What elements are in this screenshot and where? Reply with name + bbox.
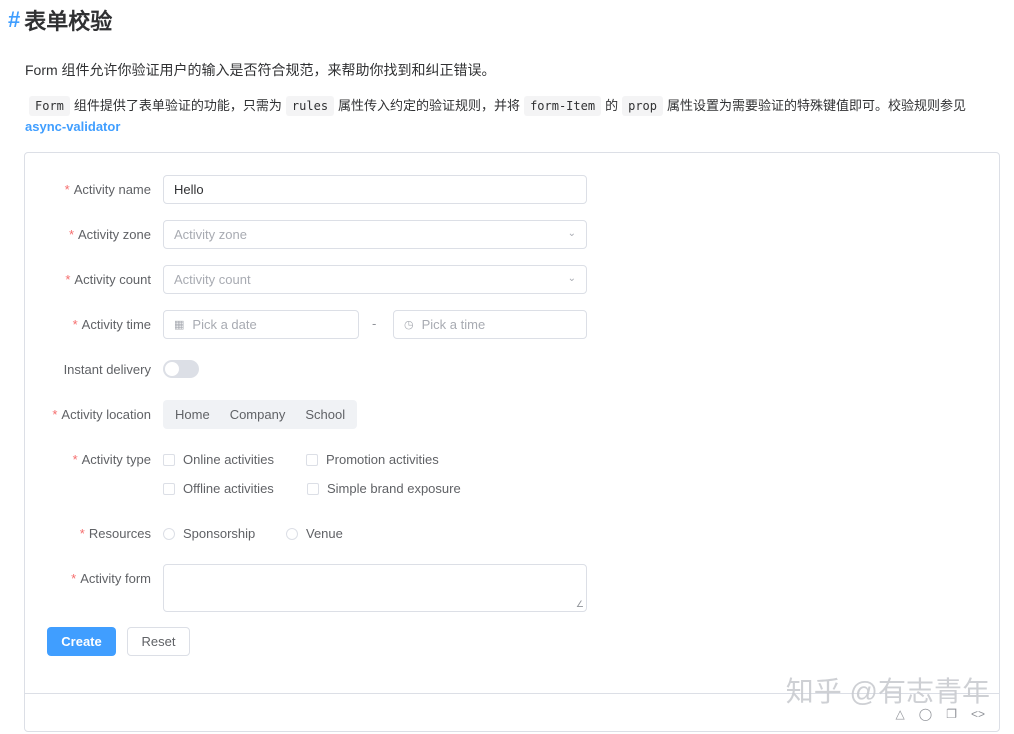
required-mark: * (52, 407, 58, 422)
activity-zone-label-text: Activity zone (78, 227, 151, 242)
activity-zone-label: * Activity zone (69, 227, 151, 242)
checkbox-box (307, 482, 319, 495)
activity-type-label: * Activity type (73, 452, 151, 467)
switch-knob (165, 362, 179, 376)
activity-zone-select[interactable]: Activity zone ⌄ (163, 220, 587, 249)
page-title: 表单校验 (24, 9, 113, 34)
activity-form-label-text: Activity form (80, 571, 151, 586)
activity-location-label-text: Activity location (61, 407, 151, 422)
activity-count-placeholder: Activity count (174, 272, 251, 287)
activity-zone-placeholder: Activity zone (174, 227, 247, 242)
activity-name-input[interactable]: Hello (163, 175, 587, 204)
radio-circle (286, 527, 298, 540)
required-mark: * (72, 317, 78, 332)
checkbox-label: Simple brand exposure (327, 481, 461, 496)
intro-text: Form 组件允许你验证用户的输入是否符合规范，来帮助你找到和纠正错误。 (25, 62, 496, 78)
activity-count-select[interactable]: Activity count ⌄ (163, 265, 587, 294)
activity-name-label-text: Activity name (73, 182, 151, 197)
instant-delivery-label: Instant delivery (64, 362, 151, 377)
time-picker[interactable]: ◷ Pick a time (393, 310, 587, 339)
activity-time-label: * Activity time (73, 317, 151, 332)
checkbox-box (163, 453, 175, 466)
time-placeholder: Pick a time (421, 317, 486, 332)
chevron-down-icon: ⌄ (567, 273, 576, 284)
activity-form-textarea[interactable]: ∠ (163, 564, 587, 612)
resize-handle-icon[interactable]: ∠ (576, 599, 584, 610)
activity-type-label-text: Activity type (81, 452, 151, 467)
watermark: 知乎 @有志青年 (785, 676, 990, 707)
segment-home[interactable]: Home (165, 407, 220, 422)
code-rules: rules (285, 96, 335, 116)
activity-time-label-text: Activity time (81, 317, 151, 332)
async-validator-link[interactable]: async-validator (25, 119, 120, 134)
chevron-down-icon: ⌄ (567, 228, 576, 239)
code-prop: prop (622, 96, 664, 116)
required-mark: * (64, 182, 70, 197)
code-form: Form (29, 96, 70, 116)
desc-text-4: 属性设置为需要验证的特殊键值即可。校验规则参见 (667, 98, 967, 113)
clock-icon: ◷ (404, 319, 414, 331)
checkbox-box (306, 453, 318, 466)
activity-form-label: * Activity form (71, 571, 151, 586)
demo-block: * Activity name Hello * Activity zone Acti… (24, 152, 1000, 732)
desc-text-3: 的 (605, 98, 619, 113)
checkbox-box (163, 482, 175, 495)
radio-label: Sponsorship (183, 526, 256, 541)
reset-button[interactable]: Reset (127, 627, 190, 656)
checkbox-label: Promotion activities (326, 452, 439, 467)
activity-count-label-text: Activity count (74, 272, 151, 287)
segment-school[interactable]: School (295, 407, 355, 422)
radio-circle (163, 527, 175, 540)
activity-location-label: * Activity location (52, 407, 151, 422)
checkbox-label: Online activities (183, 452, 275, 467)
radio-sponsorship[interactable]: Sponsorship (163, 526, 255, 541)
checkbox-offline-activities[interactable]: Offline activities (163, 481, 274, 496)
checkbox-promotion-activities[interactable]: Promotion activities (306, 452, 439, 467)
anchor-hash[interactable]: # (8, 7, 20, 33)
create-button[interactable]: Create (47, 627, 116, 656)
checkbox-online-activities[interactable]: Online activities (163, 452, 274, 467)
required-mark: * (71, 571, 77, 586)
instant-delivery-switch[interactable] (163, 360, 199, 378)
radio-venue[interactable]: Venue (286, 526, 343, 541)
resources-label-text: Resources (88, 526, 151, 541)
desc-text-1: 组件提供了表单验证的功能，只需为 (73, 98, 282, 113)
date-placeholder: Pick a date (192, 317, 257, 332)
instant-delivery-label-text: Instant delivery (63, 362, 151, 377)
required-mark: * (79, 526, 85, 541)
required-mark: * (65, 272, 71, 287)
calendar-icon: ▦ (174, 319, 185, 331)
page-heading: # 表单校验 (8, 4, 112, 36)
date-picker[interactable]: ▦ Pick a date (163, 310, 359, 339)
activity-name-value: Hello (174, 182, 204, 197)
activity-count-label: * Activity count (65, 272, 151, 287)
segment-company[interactable]: Company (220, 407, 296, 422)
activity-name-label: * Activity name (65, 182, 151, 197)
code-form-item: form-Item (524, 96, 602, 116)
checkbox-label: Offline activities (183, 481, 274, 496)
radio-label: Venue (306, 526, 343, 541)
time-separator: - (372, 316, 377, 331)
activity-location-segmented: Home Company School (163, 400, 358, 429)
description-text: Form 组件提供了表单验证的功能，只需为 rules 属性传入约定的验证规则，并将 f… (25, 96, 966, 116)
required-mark: * (68, 227, 75, 242)
desc-text-2: 属性传入约定的验证规则，并将 (338, 98, 521, 113)
required-mark: * (72, 452, 78, 467)
resources-label: * Resources (80, 526, 151, 541)
checkbox-simple-brand-exposure[interactable]: Simple brand exposure (307, 481, 461, 496)
